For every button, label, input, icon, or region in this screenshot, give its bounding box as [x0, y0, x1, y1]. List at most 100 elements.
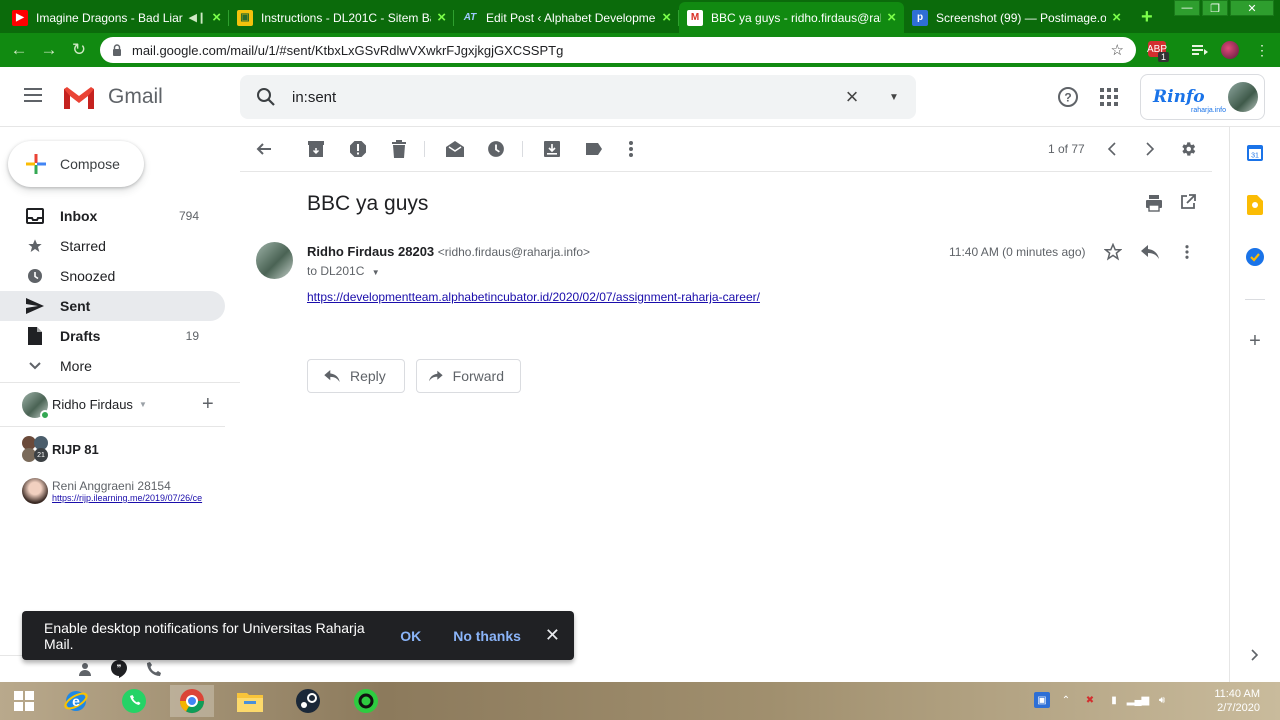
nav-item-starred[interactable]: Starred — [0, 231, 225, 261]
reply-button[interactable]: Reply — [307, 359, 405, 393]
tab-classroom[interactable]: ▣ Instructions - DL201C - Sitem Ba × — [229, 2, 454, 33]
window-close-icon[interactable]: ✕ — [1230, 0, 1274, 16]
nav-item-inbox[interactable]: Inbox 794 — [0, 201, 225, 231]
chrome-taskbar-icon[interactable] — [170, 685, 214, 717]
hangouts-contact[interactable]: Reni Anggraeni 28154 https://rijp.ilearn… — [0, 471, 240, 511]
new-chat-plus-icon[interactable]: + — [202, 393, 214, 416]
newer-message-icon[interactable] — [1102, 139, 1122, 159]
chrome-menu-icon[interactable]: ⋮ — [1252, 41, 1272, 59]
nav-item-drafts[interactable]: Drafts 19 — [0, 321, 225, 351]
account-switcher[interactable]: Rinfo raharja.info — [1140, 74, 1265, 120]
tab-wordpress[interactable]: AT Edit Post ‹ Alphabet Developme × — [454, 2, 679, 33]
star-message-icon[interactable] — [1103, 242, 1123, 264]
help-icon[interactable]: ? — [1056, 85, 1080, 109]
search-options-icon[interactable]: ▼ — [872, 92, 916, 103]
tab-postimage[interactable]: p Screenshot (99) — Postimage.or × — [904, 2, 1129, 33]
status-dropdown-icon[interactable]: ▼ — [139, 400, 147, 409]
profile-avatar-icon[interactable] — [1220, 41, 1240, 59]
forward-icon[interactable]: → — [34, 40, 64, 60]
close-tab-icon[interactable]: × — [662, 9, 671, 26]
mark-as-unread-icon[interactable] — [445, 139, 465, 159]
keep-icon[interactable] — [1245, 195, 1265, 215]
calendar-icon[interactable]: 31 — [1245, 143, 1265, 163]
forward-button[interactable]: Forward — [416, 359, 521, 393]
address-bar[interactable]: mail.google.com/mail/u/1/#sent/KtbxLxGSv… — [100, 37, 1136, 63]
restore-icon[interactable]: ❐ — [1202, 0, 1228, 16]
snackbar-no-thanks-button[interactable]: No thanks — [453, 628, 521, 644]
whatsapp-icon[interactable] — [112, 685, 156, 717]
tray-network-car-icon[interactable]: ▣ — [1034, 692, 1050, 708]
sender-name[interactable]: Ridho Firdaus 28203 — [307, 244, 434, 259]
main-menu-icon[interactable] — [24, 88, 42, 102]
move-to-icon[interactable] — [542, 139, 562, 159]
hangouts-self[interactable]: Ridho Firdaus ▼ + — [0, 383, 225, 427]
search-bar: × ▼ — [240, 75, 916, 119]
older-message-icon[interactable] — [1140, 139, 1160, 159]
windows-start-icon[interactable] — [2, 685, 46, 717]
label-icon[interactable] — [584, 139, 604, 159]
hangouts-group[interactable]: 21 RIJP 81 — [0, 427, 240, 471]
delete-icon[interactable] — [389, 139, 409, 159]
sender-avatar[interactable] — [256, 242, 293, 279]
online-status-dot — [40, 409, 50, 420]
app-green-icon[interactable] — [344, 685, 388, 717]
internet-explorer-icon[interactable]: e — [54, 685, 98, 717]
recipient-text: to DL201C — [307, 264, 365, 278]
recipient-line[interactable]: to DL201C ▼ — [307, 264, 380, 278]
get-addons-plus-icon[interactable]: + — [1245, 330, 1265, 352]
contacts-person-icon[interactable] — [76, 660, 94, 678]
nav-item-more[interactable]: More — [0, 351, 225, 381]
tab-youtube[interactable]: ▶ Imagine Dragons - Bad Liar ◀❙ × — [4, 2, 229, 33]
search-input[interactable] — [292, 88, 832, 106]
taskbar-clock[interactable]: 11:40 AM 2/7/2020 — [1214, 687, 1260, 715]
close-tab-icon[interactable]: × — [212, 9, 221, 26]
steam-icon[interactable] — [286, 685, 330, 717]
tray-volume-icon[interactable]: 🔊︎ — [1154, 692, 1170, 708]
account-avatar[interactable] — [1228, 82, 1258, 112]
snooze-icon[interactable] — [486, 139, 506, 159]
compose-button[interactable]: Compose — [8, 141, 144, 187]
close-tab-icon[interactable]: × — [1112, 9, 1121, 26]
nav-item-sent[interactable]: Sent — [0, 291, 225, 321]
tab-gmail[interactable]: M BBC ya guys - ridho.firdaus@rah × — [679, 2, 904, 33]
snackbar-ok-button[interactable]: OK — [400, 628, 421, 644]
reload-icon[interactable]: ↻ — [64, 40, 94, 60]
close-tab-icon[interactable]: × — [437, 9, 446, 26]
expand-panel-chevron-icon[interactable] — [1245, 645, 1265, 665]
back-icon[interactable]: ← — [4, 40, 34, 60]
minimize-icon[interactable]: — — [1174, 0, 1200, 16]
settings-gear-icon[interactable] — [1178, 139, 1198, 159]
new-tab-button[interactable]: + — [1141, 6, 1153, 29]
file-explorer-icon[interactable] — [228, 685, 272, 717]
nav-item-snoozed[interactable]: Snoozed — [0, 261, 225, 291]
tray-wifi-icon[interactable]: ▂▄▆ — [1127, 692, 1149, 708]
snackbar-close-icon[interactable]: ✕ — [545, 625, 560, 646]
print-icon[interactable] — [1145, 194, 1163, 215]
clear-search-icon[interactable]: × — [832, 84, 872, 110]
tasks-icon[interactable] — [1245, 247, 1265, 267]
back-to-sent-icon[interactable] — [254, 139, 274, 159]
archive-icon[interactable] — [306, 139, 326, 159]
open-new-window-icon[interactable] — [1180, 194, 1196, 213]
playlist-extension-icon[interactable] — [1190, 41, 1210, 59]
window-controls: — ❐ ✕ — [1174, 0, 1274, 16]
search-icon[interactable] — [240, 87, 292, 107]
show-details-icon[interactable]: ▼ — [372, 268, 380, 277]
more-actions-icon[interactable] — [621, 139, 641, 159]
close-tab-icon[interactable]: × — [887, 9, 896, 26]
bookmark-star-icon[interactable]: ☆ — [1111, 41, 1124, 59]
reply-icon[interactable] — [1141, 245, 1159, 262]
toolbar-divider — [522, 141, 523, 157]
audio-muted-icon[interactable]: ◀❙ — [189, 11, 207, 24]
contact-snippet-link[interactable]: https://rijp.ilearning.me/2019/07/26/ce — [52, 493, 224, 503]
tray-arrow-up-icon[interactable]: ⌃ — [1058, 692, 1074, 708]
hangouts-chat-icon[interactable]: ❞ — [110, 660, 128, 678]
message-more-icon[interactable] — [1185, 245, 1189, 262]
apps-grid-icon[interactable] — [1097, 85, 1121, 109]
tray-battery-icon[interactable]: ▮ — [1106, 692, 1122, 708]
email-body-link[interactable]: https://developmentteam.alphabetincubato… — [307, 290, 760, 304]
report-spam-icon[interactable] — [348, 139, 368, 159]
tray-device-error-icon[interactable]: ✖ — [1082, 692, 1098, 708]
phone-icon[interactable] — [145, 660, 163, 678]
gmail-logo[interactable]: Gmail — [62, 85, 163, 109]
